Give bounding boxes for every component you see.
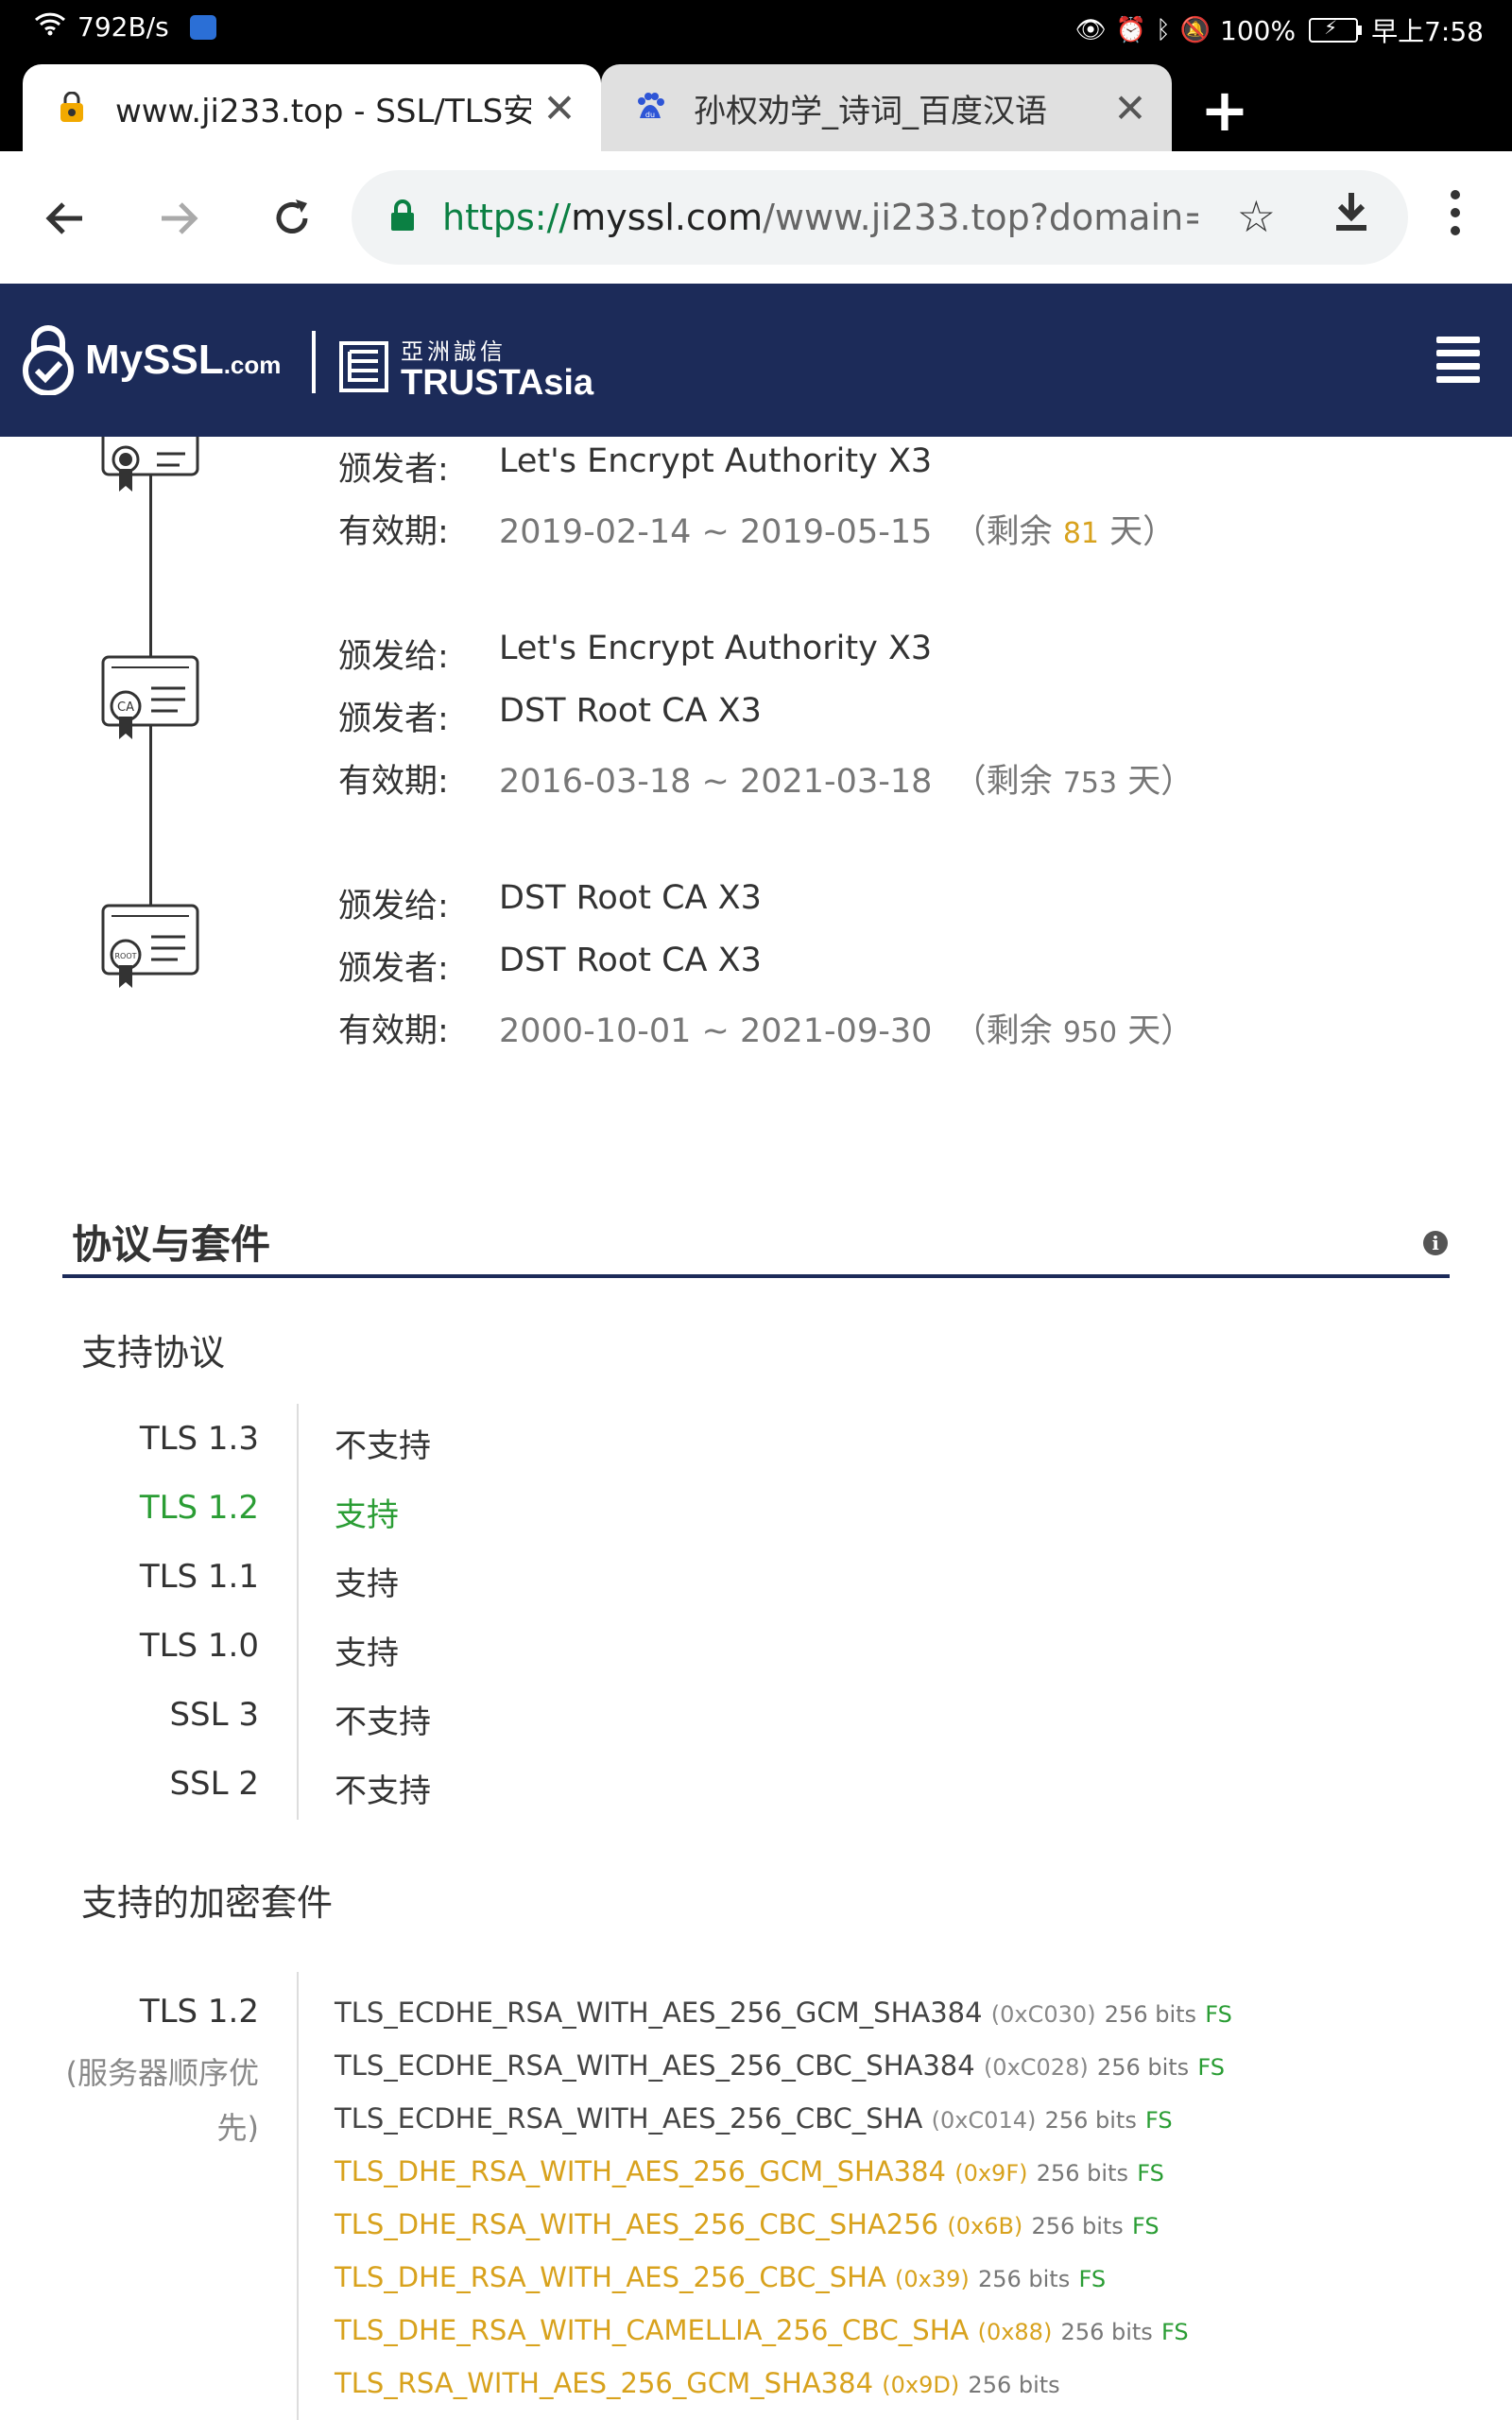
baidu-paw-icon: du [633, 91, 667, 125]
tab-strip: www.ji233.top - SSL/TLS安全 ✕ du 孙权劝学_诗词_百… [0, 57, 1512, 151]
app-notification-icon [189, 14, 216, 40]
more-menu-icon[interactable] [1436, 189, 1474, 236]
root-cert-icon: ROOT [100, 903, 200, 994]
cipher-suite: TLS_DHE_RSA_WITH_AES_256_GCM_SHA384 (0x9… [335, 2155, 1164, 2187]
suite-protocol-label: TLS 1.2 [139, 1993, 259, 2031]
myssl-logo[interactable]: MySSL.com [21, 325, 281, 395]
lock-shield-icon [55, 91, 89, 125]
tab-title: 孙权劝学_诗词_百度汉语 [694, 92, 1047, 130]
cert3-issuer-row: 颁发者: DST Root CA X3 [338, 942, 762, 988]
tab-myssl[interactable]: www.ji233.top - SSL/TLS安全 ✕ [23, 64, 601, 151]
alarm-icon: ⏰ [1115, 16, 1147, 44]
eye-icon: 👁 [1074, 16, 1107, 44]
close-icon[interactable]: ✕ [1102, 85, 1159, 131]
protocol-row: SSL 2 不支持 [169, 1765, 431, 1810]
cipher-suite: TLS_DHE_RSA_WITH_AES_256_CBC_SHA (0x39) … [335, 2261, 1107, 2293]
bookmark-star-icon[interactable]: ☆ [1237, 191, 1276, 242]
site-header: MySSL.com 亞洲誠信 TRUSTAsia [0, 284, 1512, 437]
cert3-validity-row: 有效期: 2000-10-01 ~ 2021-09-30 （剩余 950 天） [338, 1012, 1194, 1050]
new-tab-button[interactable]: + [1200, 76, 1249, 145]
cipher-suite: TLS_DHE_RSA_WITH_CAMELLIA_256_CBC_SHA (0… [335, 2314, 1189, 2346]
info-icon[interactable]: i [1423, 1231, 1448, 1255]
tab-title: www.ji233.top - SSL/TLS安全 [115, 92, 531, 130]
hamburger-menu-icon[interactable] [1436, 337, 1480, 389]
logo-divider [312, 331, 316, 393]
arrow-right-icon [162, 202, 198, 234]
cert1-validity-row: 有效期: 2019-02-14 ~ 2019-05-15 （剩余 81 天） [338, 513, 1177, 551]
svg-text:ROOT: ROOT [114, 952, 136, 960]
protocol-row: TLS 1.1 支持 [139, 1558, 399, 1603]
cert2-validity-row: 有效期: 2016-03-18 ~ 2021-03-18 （剩余 753 天） [338, 763, 1194, 801]
cert2-issuer-row: 颁发者: DST Root CA X3 [338, 692, 762, 738]
tab-baidu[interactable]: du 孙权劝学_诗词_百度汉语 ✕ [601, 64, 1172, 151]
supported-protocols-heading: 支持协议 [81, 1332, 226, 1374]
protocol-row: TLS 1.3 不支持 [139, 1420, 431, 1465]
cipher-suites-heading: 支持的加密套件 [81, 1882, 334, 1924]
reload-icon [276, 199, 308, 233]
network-speed: 792B/s [77, 11, 169, 43]
secure-lock-icon [389, 199, 416, 235]
section-title: 协议与套件 [72, 1221, 271, 1268]
close-icon[interactable]: ✕ [531, 85, 588, 131]
mute-icon: 🔕 [1179, 16, 1211, 44]
battery-percent: 100% [1220, 14, 1297, 46]
partner-cn-name: 亞洲誠信 [401, 338, 507, 365]
back-button[interactable] [32, 185, 98, 251]
address-bar[interactable]: https://myssl.com/www.ji233.top?domain=w… [352, 170, 1408, 265]
cert3-subject-row: 颁发给: DST Root CA X3 [338, 879, 762, 925]
cert-icon [100, 397, 200, 499]
server-order-note: (服务器顺序优先) [65, 2055, 260, 2146]
protocol-row: SSL 3 不支持 [169, 1696, 431, 1741]
cipher-suite: TLS_DHE_RSA_WITH_AES_256_CBC_SHA256 (0x6… [335, 2208, 1160, 2240]
arrow-left-icon [45, 202, 82, 234]
download-icon[interactable] [1332, 191, 1370, 243]
trustasia-emblem-icon [339, 340, 388, 392]
svg-text:CA: CA [117, 700, 134, 715]
wifi-icon [34, 11, 66, 43]
cipher-suite: TLS_ECDHE_RSA_WITH_AES_256_CBC_SHA384 (0… [335, 2049, 1226, 2082]
browser-toolbar: https://myssl.com/www.ji233.top?domain=w… [0, 151, 1512, 284]
cert2-subject-row: 颁发给: Let's Encrypt Authority X3 [338, 630, 933, 676]
trustasia-logo[interactable]: 亞洲誠信 TRUSTAsia [338, 333, 594, 403]
reload-button[interactable] [259, 185, 325, 251]
bluetooth-icon: ᛒ [1156, 16, 1171, 44]
suite-divider [297, 1972, 299, 2420]
battery-icon: ⚡ [1309, 16, 1363, 43]
url-text: https://myssl.com/www.ji233.top?domain=w… [442, 197, 1198, 238]
protocol-row: TLS 1.2 支持 [139, 1489, 399, 1534]
cipher-suite: TLS_RSA_WITH_AES_256_GCM_SHA384 (0x9D) 2… [335, 2367, 1060, 2399]
myssl-lock-icon [23, 325, 74, 395]
cert1-issuer-row: 颁发者: Let's Encrypt Authority X3 [338, 442, 933, 489]
svg-text:du: du [645, 111, 655, 119]
section-divider [62, 1274, 1450, 1278]
protocol-row: TLS 1.0 支持 [139, 1627, 399, 1672]
status-bar: 792B/s 👁 ⏰ ᛒ 🔕 100% ⚡ 早上7:58 [0, 0, 1512, 57]
clock: 早上7:58 [1371, 16, 1484, 47]
forward-button[interactable] [146, 185, 212, 251]
cipher-suite: TLS_ECDHE_RSA_WITH_AES_256_CBC_SHA (0xC0… [335, 2102, 1173, 2135]
cipher-suite: TLS_ECDHE_RSA_WITH_AES_256_GCM_SHA384 (0… [335, 1996, 1232, 2029]
partner-en-name: TRUSTAsia [401, 363, 594, 403]
ca-cert-icon: CA [100, 654, 200, 745]
